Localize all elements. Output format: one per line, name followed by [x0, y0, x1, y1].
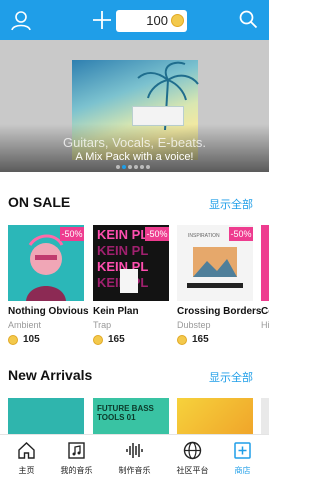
tab-label: 制作音乐 [118, 466, 151, 475]
tab-label: 商店 [234, 466, 251, 475]
cover-image: INSPIRATION -50% [177, 225, 253, 301]
tab-label: 我的音乐 [60, 466, 93, 475]
new-arrivals-title: New Arrivals [8, 367, 93, 383]
globe-icon [183, 441, 202, 460]
on-sale-title: ON SALE [8, 194, 71, 210]
coin-balance[interactable]: 100 [116, 10, 187, 32]
tab-my-music[interactable]: 我的音乐 [50, 435, 103, 478]
top-bar: 100 [0, 0, 269, 40]
coin-amount: 100 [146, 13, 168, 28]
coin-icon [93, 335, 103, 345]
product-genre: Dubstep [177, 320, 211, 330]
profile-icon[interactable] [10, 9, 32, 31]
product-card-kein-plan[interactable]: KEIN PL KEIN PL KEIN PL KEIN PL -50% Kei… [93, 225, 169, 347]
cover-image [261, 225, 269, 301]
new-arrival-card-partial[interactable] [261, 398, 269, 434]
product-price: 165 [108, 334, 125, 345]
coin-icon [177, 335, 187, 345]
tab-community[interactable]: 社区平台 [166, 435, 219, 478]
store-icon [234, 442, 251, 459]
building-image [132, 106, 184, 126]
product-price: 105 [23, 334, 40, 345]
product-genre: Hi [261, 320, 269, 330]
coin-icon [8, 335, 18, 345]
discount-badge: -50% [229, 227, 253, 241]
cover-image: KEIN PL KEIN PL KEIN PL KEIN PL -50% [93, 225, 169, 301]
new-arrival-card[interactable] [177, 398, 253, 434]
svg-text:INSPIRATION: INSPIRATION [188, 233, 220, 239]
product-name: Crossing Borders [177, 306, 262, 317]
coin-icon [171, 14, 184, 27]
banner-subtitle: A Mix Pack with a voice! [75, 151, 194, 163]
product-name: Kein Plan [93, 306, 139, 317]
carousel-dots[interactable] [116, 165, 156, 171]
product-card-partial[interactable]: Co Hi [261, 225, 269, 347]
cover-image: -50% [8, 225, 84, 301]
new-arrivals-show-all-link[interactable]: 显示全部 [209, 369, 253, 385]
discount-badge: -50% [145, 227, 169, 241]
product-name: Nothing Obvious [8, 306, 89, 317]
plus-icon[interactable] [92, 10, 112, 30]
carousel-dot-active[interactable] [122, 165, 126, 169]
music-library-icon [68, 442, 85, 459]
tab-home[interactable]: 主页 [0, 435, 53, 478]
carousel-dot[interactable] [146, 165, 150, 169]
home-icon [18, 442, 35, 459]
product-price: 165 [192, 334, 209, 345]
tab-make-music[interactable]: 制作音乐 [108, 435, 161, 478]
new-arrival-card[interactable] [8, 398, 84, 434]
tab-store[interactable]: 商店 [216, 435, 269, 478]
discount-badge: -50% [60, 227, 84, 241]
product-genre: Ambient [8, 320, 42, 330]
product-name: Co [261, 306, 269, 317]
bottom-navigation: 主页 我的音乐 制作音乐 社区平台 商店 [0, 434, 269, 478]
svg-text:KEIN PL: KEIN PL [97, 227, 148, 242]
carousel-dot[interactable] [140, 165, 144, 169]
new-arrival-card-future-bass[interactable]: FUTURE BASS TOOLS 01 [93, 398, 169, 434]
product-card-crossing-borders[interactable]: INSPIRATION -50% Crossing Borders Dubste… [177, 225, 261, 347]
tab-label: 主页 [18, 466, 35, 475]
product-genre: Trap [93, 320, 112, 330]
featured-banner[interactable]: Guitars, Vocals, E-beats. A Mix Pack wit… [0, 40, 269, 172]
cover-text: FUTURE BASS TOOLS 01 [97, 404, 154, 422]
on-sale-show-all-link[interactable]: 显示全部 [209, 196, 253, 212]
waveform-icon [126, 443, 143, 458]
banner-title: Guitars, Vocals, E-beats. [62, 135, 207, 150]
search-icon[interactable] [238, 9, 258, 29]
tab-label: 社区平台 [176, 466, 209, 475]
carousel-dot[interactable] [116, 165, 120, 169]
carousel-dot[interactable] [128, 165, 132, 169]
carousel-dot[interactable] [134, 165, 138, 169]
svg-text:KEIN PL: KEIN PL [97, 243, 148, 258]
product-card-nothing-obvious[interactable]: -50% Nothing Obvious Ambient 105 [8, 225, 89, 347]
